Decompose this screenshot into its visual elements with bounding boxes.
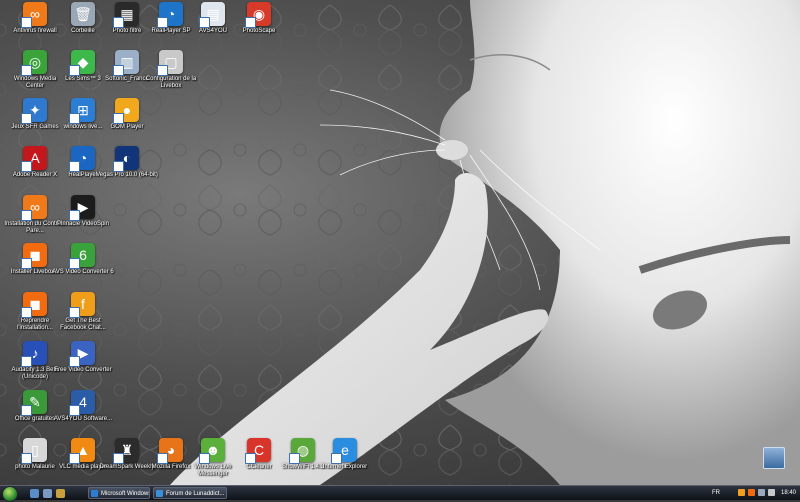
- desktop-icon-label: Free Video Converter: [54, 367, 112, 373]
- app-icon: ▶: [69, 341, 95, 367]
- app-icon: ◍: [289, 438, 315, 464]
- tray-shield-icon[interactable]: [738, 489, 745, 496]
- app-icon: C: [245, 438, 271, 464]
- desktop-icon-label: AVS Video Converter 6: [52, 269, 114, 275]
- window-app-icon: [91, 490, 98, 497]
- desktop-icon-label: Get The Best Facebook Chat...: [60, 318, 106, 331]
- desktop-icon-label: Internet Explorer: [322, 464, 368, 470]
- app-icon: ▢: [157, 50, 183, 76]
- app-icon: ▥: [113, 50, 139, 76]
- app-icon: ∞: [21, 195, 47, 221]
- app-icon: ◼: [21, 292, 47, 318]
- desktop-icon-label: GOM Player: [110, 124, 144, 130]
- taskbar: Microsoft Windows Forum de Lunaddict... F…: [0, 485, 800, 502]
- system-tray: FR 18:40: [710, 486, 800, 500]
- taskbar-button[interactable]: Forum de Lunaddict...: [153, 487, 227, 499]
- app-icon: ◉: [245, 2, 271, 28]
- app-icon: ▶: [69, 195, 95, 221]
- app-icon: ◎: [21, 50, 47, 76]
- desktop-icon-label: Vegas Pro 10.0 (64-bit): [96, 172, 158, 178]
- app-icon: ▦: [113, 2, 139, 28]
- taskbar-button[interactable]: Microsoft Windows: [88, 487, 150, 499]
- app-icon: ◐: [113, 146, 139, 172]
- taskbar-button-label: Microsoft Windows: [101, 491, 150, 497]
- desktop-icon[interactable]: ▢ Configuration de la Livebox: [140, 50, 202, 98]
- desktop-icon-label: AVS4YOU Software...: [53, 416, 113, 422]
- app-icon: A: [21, 146, 47, 172]
- desktop-icon[interactable]: ▶ Pinnacle VideoSpin: [52, 195, 114, 243]
- quicklaunch-switch-windows-icon[interactable]: [43, 489, 52, 498]
- app-icon: ♜: [113, 438, 139, 464]
- language-indicator[interactable]: FR: [712, 486, 720, 500]
- desktop-icon[interactable]: 4 AVS4YOU Software...: [52, 390, 114, 438]
- desktop-icon[interactable]: 6 AVS Video Converter 6: [52, 243, 114, 291]
- app-icon: 4: [69, 390, 95, 416]
- desktop-icon-label: Pinnacle VideoSpin: [57, 221, 109, 227]
- app-icon: ▯: [21, 438, 47, 464]
- app-icon: 🗑: [71, 2, 95, 26]
- app-icon: ✦: [21, 98, 47, 124]
- quicklaunch-show-desktop-icon[interactable]: [30, 489, 39, 498]
- desktop-icon-label: PhotoScape: [242, 28, 276, 34]
- app-icon: ♪: [21, 341, 47, 367]
- tray-network-icon[interactable]: [758, 489, 765, 496]
- desktop-icon[interactable]: ◐ Vegas Pro 10.0 (64-bit): [96, 146, 158, 194]
- desktop-icon[interactable]: ▶ Free Video Converter: [52, 341, 114, 389]
- app-icon: ✎: [21, 390, 47, 416]
- app-icon: f: [69, 292, 95, 318]
- app-icon: ◔: [157, 2, 183, 28]
- taskbar-button-label: Forum de Lunaddict...: [166, 491, 225, 497]
- app-icon: ◕: [157, 438, 183, 464]
- desktop-icon[interactable]: ◉ PhotoScape: [228, 2, 290, 50]
- quicklaunch-media-icon[interactable]: [56, 489, 65, 498]
- clock[interactable]: 18:40: [781, 486, 796, 500]
- app-icon: ●: [113, 98, 139, 124]
- app-icon: ◆: [69, 50, 95, 76]
- desktop-icon[interactable]: e Internet Explorer: [314, 438, 376, 486]
- app-icon: e: [331, 438, 357, 464]
- widget-thumbnail[interactable]: [763, 447, 785, 469]
- window-app-icon: [156, 490, 163, 497]
- app-icon: 6: [69, 243, 95, 269]
- app-icon: ◔: [69, 146, 95, 172]
- desktop-icon-label: Configuration de la Livebox: [145, 76, 197, 89]
- desktop-icon[interactable]: ● GOM Player: [96, 98, 158, 146]
- app-icon: ☻: [199, 438, 225, 464]
- tray-volume-icon[interactable]: [768, 489, 775, 496]
- app-icon: ▲: [69, 438, 95, 464]
- app-icon: ▤: [199, 2, 225, 28]
- app-icon: ∞: [21, 2, 47, 28]
- app-icon: ◼: [21, 243, 47, 269]
- app-icon: ⊞: [69, 98, 95, 124]
- tray-orange-icon[interactable]: [748, 489, 755, 496]
- desktop-icon[interactable]: f Get The Best Facebook Chat...: [52, 292, 114, 340]
